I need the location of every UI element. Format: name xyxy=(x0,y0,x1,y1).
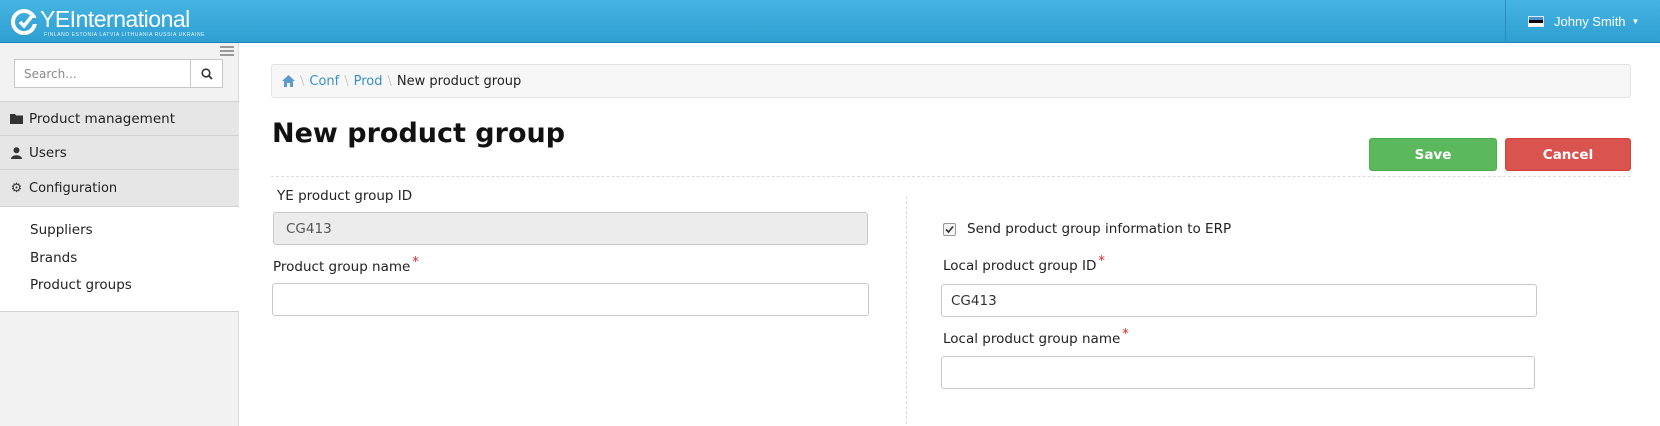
name-label: Product group name * xyxy=(273,255,419,275)
local-id-label-text: Local product group ID xyxy=(943,258,1097,274)
logo-mark-icon xyxy=(11,9,38,35)
name-label-text: Product group name xyxy=(273,259,411,275)
sidebar-item-label: Configuration xyxy=(29,181,118,196)
home-icon[interactable] xyxy=(282,75,295,87)
erp-label: Send product group information to ERP xyxy=(967,221,1232,237)
ye-id-label: YE product group ID xyxy=(277,188,413,204)
local-name-label: Local product group name * xyxy=(943,327,1129,347)
top-bar: YEInternational FINLAND ESTONIA LATVIA L… xyxy=(0,0,1660,43)
logo-subtitle: FINLAND ESTONIA LATVIA LITHUANIA RUSSIA … xyxy=(44,32,206,38)
ye-id-field[interactable] xyxy=(273,212,868,245)
sidebar-search xyxy=(14,59,223,88)
subnav-item-brands[interactable]: Brands xyxy=(30,250,77,266)
local-id-label: Local product group ID * xyxy=(943,254,1105,274)
user-menu[interactable]: Johny Smith ▼ xyxy=(1505,0,1660,43)
company-logo[interactable]: YEInternational FINLAND ESTONIA LATVIA L… xyxy=(10,6,220,40)
sidebar-item-label: Users xyxy=(29,144,67,161)
sidebar-item-label: Product management xyxy=(29,110,175,127)
search-input[interactable] xyxy=(14,59,190,88)
configuration-submenu: Suppliers Brands Product groups xyxy=(0,206,239,312)
folder-icon xyxy=(10,112,23,125)
breadcrumb-separator: \ xyxy=(344,73,349,89)
subnav-item-suppliers[interactable]: Suppliers xyxy=(30,222,93,238)
search-icon xyxy=(200,67,213,80)
save-button[interactable]: Save xyxy=(1369,138,1497,171)
sidebar-item-configuration[interactable]: ⚙ Configuration xyxy=(0,169,239,207)
subnav-item-product-groups[interactable]: Product groups xyxy=(30,277,132,293)
product-group-name-field[interactable] xyxy=(272,283,869,316)
breadcrumb-link-product-groups[interactable]: Prod xyxy=(354,74,383,89)
sidebar: Product management Users ⚙ Configuration… xyxy=(0,43,239,426)
breadcrumb-separator: \ xyxy=(387,73,392,89)
page-title: New product group xyxy=(272,118,566,149)
caret-down-icon: ▼ xyxy=(1631,17,1640,26)
required-marker: * xyxy=(1122,327,1129,342)
search-button[interactable] xyxy=(190,59,223,88)
sidebar-collapse-icon[interactable] xyxy=(220,46,234,56)
breadcrumb: \ Conf \ Prod \ New product group xyxy=(271,64,1631,98)
sidebar-item-users[interactable]: Users xyxy=(0,135,239,169)
user-name: Johny Smith xyxy=(1554,14,1626,29)
column-divider xyxy=(906,196,907,424)
required-marker: * xyxy=(1098,254,1105,269)
estonia-flag-icon xyxy=(1528,16,1544,27)
breadcrumb-current: New product group xyxy=(396,73,522,89)
breadcrumb-separator: \ xyxy=(300,73,305,89)
required-marker: * xyxy=(412,255,419,270)
cancel-button[interactable]: Cancel xyxy=(1505,138,1631,171)
local-product-group-name-field[interactable] xyxy=(941,356,1535,389)
sidebar-item-product-management[interactable]: Product management xyxy=(0,101,239,135)
divider xyxy=(271,176,1631,177)
erp-checkbox[interactable] xyxy=(943,223,956,236)
local-name-label-text: Local product group name xyxy=(943,331,1121,347)
gear-icon: ⚙ xyxy=(10,181,23,196)
breadcrumb-link-configuration[interactable]: Conf xyxy=(309,74,339,89)
local-product-group-id-field[interactable] xyxy=(941,284,1537,317)
checkmark-icon xyxy=(945,225,954,234)
logo-text: YEInternational xyxy=(40,6,190,32)
user-icon xyxy=(10,146,23,159)
